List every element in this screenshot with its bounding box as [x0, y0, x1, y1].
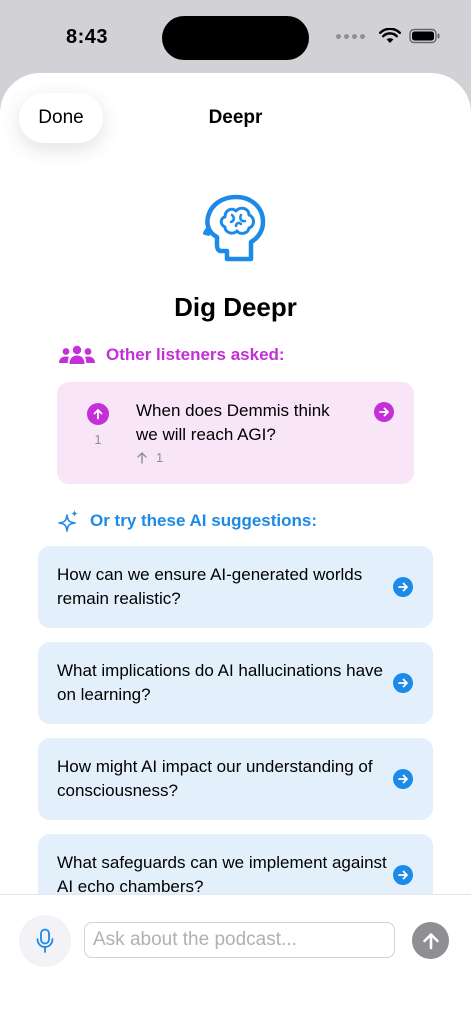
listener-question-go-button[interactable] — [374, 402, 394, 422]
deepr-sheet: Done Deepr Dig Deepr Other listeners ask… — [0, 73, 471, 1024]
brain-icon — [203, 194, 266, 262]
ai-suggestions-heading-label: Or try these AI suggestions: — [90, 511, 318, 530]
ai-suggestions-heading: Or try these AI suggestions: — [58, 509, 317, 533]
suggestion-go-button[interactable] — [393, 673, 413, 693]
listener-question-text: When does Demmis think we will reach AGI… — [136, 401, 330, 444]
suggestion-card[interactable]: What implications do AI hallucinations h… — [38, 642, 433, 724]
suggestion-go-button[interactable] — [393, 865, 413, 885]
listeners-heading: Other listeners asked: — [58, 345, 285, 365]
upvote-button[interactable] — [87, 403, 109, 425]
arrow-right-circle-icon — [398, 774, 408, 784]
listener-upvotes: 1 — [136, 450, 163, 465]
ask-input[interactable] — [84, 922, 395, 958]
status-time: 8:43 — [66, 26, 109, 48]
signal-dots-icon — [336, 33, 365, 39]
arrow-up-icon — [93, 409, 103, 420]
battery-icon — [409, 28, 440, 44]
suggestion-go-button[interactable] — [393, 769, 413, 789]
status-bar: 8:43 — [0, 0, 471, 72]
microphone-icon — [36, 928, 54, 953]
arrow-right-circle-icon — [398, 582, 408, 592]
listener-upvote-count: 1 — [156, 450, 164, 465]
arrow-right-circle-icon — [379, 407, 389, 417]
sparkle-icon — [58, 510, 78, 532]
listener-question-card[interactable]: 1 When does Demmis think we will reach A… — [57, 382, 414, 484]
suggestion-card[interactable]: How might AI impact our understanding of… — [38, 738, 433, 820]
status-icons — [336, 28, 441, 44]
send-button[interactable] — [412, 922, 449, 959]
suggestion-card[interactable]: How can we ensure AI-generated worlds re… — [38, 546, 433, 628]
vote-count: 1 — [94, 432, 102, 447]
microphone-button[interactable] — [19, 915, 71, 967]
people-group-icon — [59, 345, 95, 364]
arrow-right-circle-icon — [398, 870, 408, 880]
suggestion-go-button[interactable] — [393, 577, 413, 597]
arrow-right-circle-icon — [398, 678, 408, 688]
nav-title: Deepr — [208, 107, 263, 128]
suggestion-text: What implications do AI hallucinations h… — [57, 661, 384, 704]
suggestion-text: How can we ensure AI-generated worlds re… — [57, 565, 363, 608]
listeners-heading-label: Other listeners asked: — [106, 345, 285, 364]
suggestion-text: What safeguards can we implement against… — [57, 853, 387, 896]
dynamic-island — [162, 16, 309, 60]
suggestion-text: How might AI impact our understanding of… — [57, 757, 373, 800]
input-bar — [0, 894, 471, 1024]
wifi-icon — [379, 28, 401, 43]
hero-title: Dig Deepr — [174, 292, 297, 322]
arrow-up-icon — [422, 932, 439, 949]
arrow-up-small-icon — [137, 452, 147, 464]
